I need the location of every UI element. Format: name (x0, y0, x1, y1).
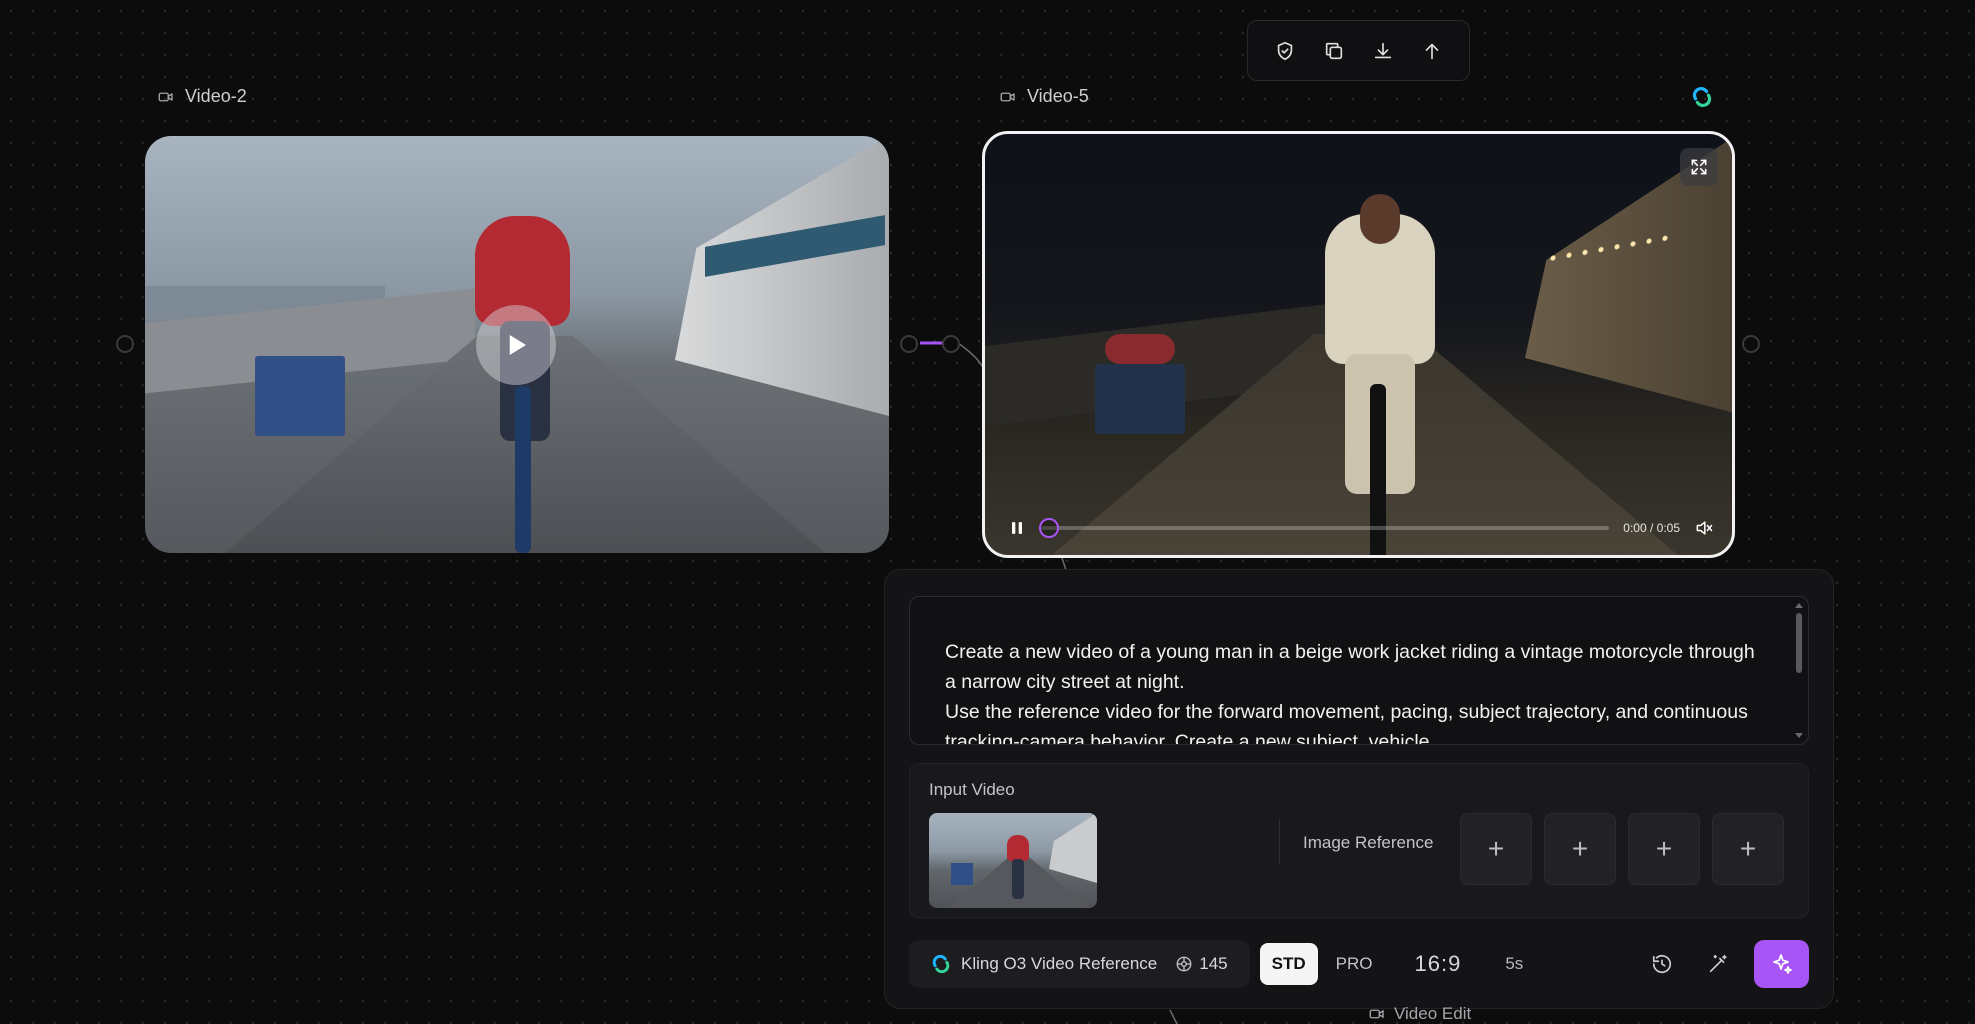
aspect-ratio-selector[interactable]: 16:9 (1414, 951, 1461, 977)
section-divider (1279, 819, 1280, 865)
seek-bar[interactable] (1039, 518, 1610, 538)
history-icon (1652, 955, 1672, 974)
video-camera-icon (1000, 92, 1015, 101)
thumb-rider (1007, 835, 1029, 861)
image-reference-slot-3[interactable]: + (1628, 813, 1700, 885)
shield-icon (1277, 41, 1292, 60)
seek-handle[interactable] (1039, 518, 1059, 538)
copy-icon (1325, 42, 1343, 59)
prompt-scrollbar[interactable] (1796, 613, 1802, 673)
scroll-up-icon[interactable] (1795, 603, 1803, 608)
upload-button[interactable] (1412, 31, 1452, 71)
mute-icon[interactable] (1694, 518, 1714, 538)
input-video-label: Input Video (929, 780, 1015, 799)
player-controls: 0:00 / 0:05 (1007, 513, 1714, 543)
prompt-input[interactable]: Create a new video of a young man in a b… (909, 596, 1809, 745)
video2-title: Video-2 (185, 86, 247, 106)
play-icon (509, 335, 526, 355)
video5-node-label[interactable]: Video-5 (999, 86, 1089, 107)
image-reference-slot-2[interactable]: + (1544, 813, 1616, 885)
video-camera-icon (1369, 1009, 1384, 1019)
generation-panel: Create a new video of a young man in a b… (884, 569, 1834, 1009)
video-edit-title: Video Edit (1394, 1004, 1472, 1023)
download-icon (1374, 42, 1392, 58)
inputs-section: Input Video Image Reference + + + + (909, 763, 1809, 918)
video5-title: Video-5 (1027, 86, 1089, 106)
scene-crates (255, 356, 345, 436)
workflow-canvas[interactable]: Video-2 Video-5 0:00 / 0:05 Create a new… (0, 0, 1975, 1024)
playback-time: 0:00 / 0:05 (1623, 521, 1680, 535)
scene-crates (1095, 364, 1185, 434)
magic-wand-icon (1709, 954, 1727, 973)
expand-icon (1691, 159, 1707, 175)
sparkle-icon (1772, 954, 1792, 974)
duration-selector[interactable]: 5s (1505, 954, 1523, 974)
play-button[interactable] (476, 305, 556, 385)
video5-player[interactable]: 0:00 / 0:05 (982, 131, 1735, 558)
duplicate-button[interactable] (1314, 31, 1354, 71)
video-edit-node-label[interactable]: Video Edit (1368, 1004, 1471, 1024)
thumb-rider-legs (1012, 859, 1024, 899)
mode-pro-button[interactable]: PRO (1324, 943, 1385, 985)
fullscreen-button[interactable] (1680, 148, 1718, 186)
video2-node-label[interactable]: Video-2 (157, 86, 247, 107)
thumb-crates (951, 863, 973, 885)
enhance-prompt-button[interactable] (1696, 942, 1740, 986)
arrow-up-icon (1426, 43, 1439, 59)
download-button[interactable] (1363, 31, 1403, 71)
thumb-buildings (1049, 813, 1097, 883)
kling-logo-icon (1692, 86, 1712, 108)
scene-flowers (1105, 334, 1175, 364)
scene-rider-head (1360, 194, 1400, 244)
generate-button[interactable] (1754, 940, 1809, 988)
pause-icon[interactable] (1007, 518, 1027, 538)
image-reference-label: Image Reference (1303, 833, 1434, 852)
video5-output-port[interactable] (1742, 335, 1760, 353)
mode-std-button[interactable]: STD (1259, 943, 1318, 985)
prompt-text[interactable]: Create a new video of a young man in a b… (945, 637, 1765, 744)
credit-cost: 145 (1175, 954, 1228, 974)
scene-bicycle (515, 386, 531, 553)
video-camera-icon (158, 92, 173, 101)
kling-logo-icon (932, 954, 950, 974)
credit-count: 145 (1199, 954, 1228, 973)
model-selector[interactable]: Kling O3 Video Reference 145 (909, 940, 1250, 988)
scroll-down-icon[interactable] (1795, 733, 1803, 738)
video2-input-port[interactable] (116, 335, 134, 353)
image-reference-slot-1[interactable]: + (1460, 813, 1532, 885)
video2-output-port[interactable] (900, 335, 918, 353)
generation-options: Kling O3 Video Reference 145 STD PRO 16:… (909, 940, 1809, 988)
image-reference-slot-4[interactable]: + (1712, 813, 1784, 885)
protect-button[interactable] (1265, 31, 1305, 71)
model-name: Kling O3 Video Reference (961, 954, 1158, 973)
connector-edge (1169, 1009, 1178, 1024)
video2-preview[interactable] (145, 136, 889, 553)
video5-input-port[interactable] (942, 335, 960, 353)
input-video-thumbnail[interactable] (929, 813, 1097, 908)
history-button[interactable] (1640, 942, 1684, 986)
credits-icon (1176, 956, 1192, 972)
node-toolbar (1247, 20, 1470, 81)
